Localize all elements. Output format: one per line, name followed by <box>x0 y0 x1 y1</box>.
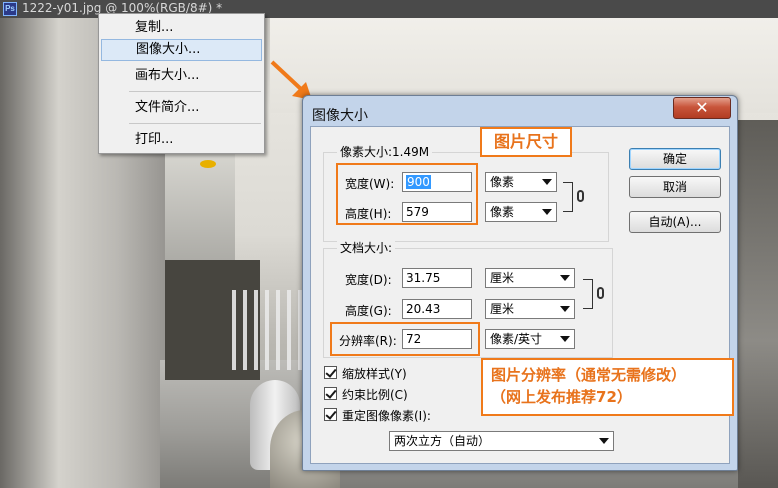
resample-method-select[interactable]: 两次立方（自动） <box>389 431 614 451</box>
right-wall-photo-region <box>738 120 778 488</box>
ok-button[interactable]: 确定 <box>629 148 721 170</box>
image-context-menu: 复制... 图像大小... 画布大小... 文件简介... 打印... <box>98 13 265 154</box>
auto-button[interactable]: 自动(A)... <box>629 211 721 233</box>
constrain-proportions-checkbox[interactable] <box>324 387 337 400</box>
chevron-down-icon <box>542 179 552 185</box>
dialog-title: 图像大小 <box>312 108 368 124</box>
resolution-callout-line1: 图片分辨率（通常无需修改） <box>491 366 687 384</box>
scale-styles-label: 缩放样式(Y) <box>342 367 407 381</box>
resample-label: 重定图像像素(I): <box>342 409 431 423</box>
doc-height-unit-select[interactable]: 厘米 <box>485 299 575 319</box>
menu-item-print[interactable]: 打印... <box>101 129 262 151</box>
link-bracket <box>583 279 593 309</box>
doc-height-label: 高度(G): <box>345 304 392 318</box>
doc-width-unit-select[interactable]: 厘米 <box>485 268 575 288</box>
cancel-button[interactable]: 取消 <box>629 176 721 198</box>
close-button[interactable]: ✕ <box>673 97 731 119</box>
pixel-size-highlight <box>336 163 478 225</box>
size-callout: 图片尺寸 <box>480 127 572 157</box>
resample-checkbox[interactable] <box>324 408 337 421</box>
chain-link-icon <box>577 190 584 202</box>
resolution-callout: 图片分辨率（通常无需修改） （网上发布推荐72） <box>481 358 734 416</box>
pixel-width-unit-select[interactable]: 像素 <box>485 172 557 192</box>
document-size-label: 文档大小: <box>337 239 396 256</box>
chevron-down-icon <box>599 438 609 444</box>
resolution-unit-select[interactable]: 像素/英寸 <box>485 329 575 349</box>
chevron-down-icon <box>542 209 552 215</box>
chevron-down-icon <box>560 275 570 281</box>
doc-width-input[interactable]: 31.75 <box>402 268 472 288</box>
menu-item-duplicate[interactable]: 复制... <box>101 17 262 39</box>
candles-photo-region <box>232 290 302 370</box>
scale-styles-checkbox[interactable] <box>324 366 337 379</box>
menu-separator <box>129 91 261 92</box>
pixel-dimensions-label: 像素大小:1.49M <box>337 143 433 160</box>
chain-link-icon <box>597 287 604 299</box>
menu-item-canvas-size[interactable]: 画布大小... <box>101 65 262 87</box>
resolution-highlight <box>330 322 480 356</box>
doc-width-label: 宽度(D): <box>345 273 392 287</box>
menu-item-file-info[interactable]: 文件简介... <box>101 97 262 119</box>
link-bracket <box>563 182 573 212</box>
photoshop-icon: Ps <box>3 2 17 16</box>
resolution-callout-line2: （网上发布推荐72） <box>491 388 632 406</box>
pixel-height-unit-select[interactable]: 像素 <box>485 202 557 222</box>
menu-item-image-size[interactable]: 图像大小... <box>101 39 262 61</box>
chevron-down-icon <box>560 336 570 342</box>
chevron-down-icon <box>560 306 570 312</box>
menu-separator <box>129 123 261 124</box>
mask-accent <box>200 160 216 168</box>
constrain-proportions-label: 约束比例(C) <box>342 388 408 402</box>
doc-height-input[interactable]: 20.43 <box>402 299 472 319</box>
